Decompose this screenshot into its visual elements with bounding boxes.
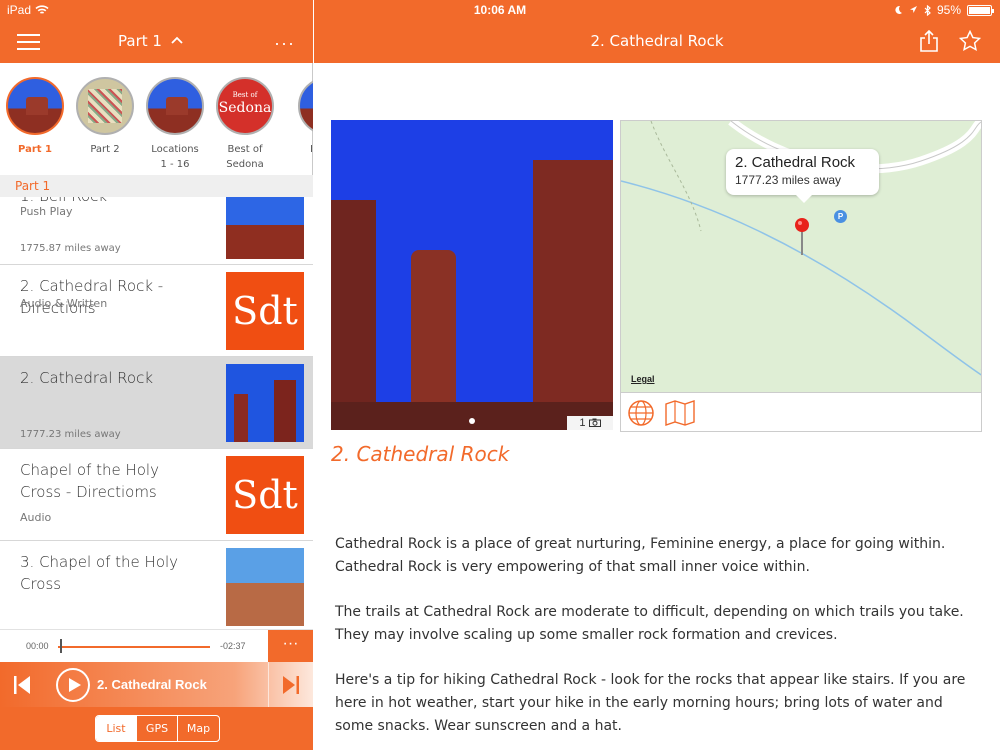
carousel-item-locations[interactable]: Locations 1 - 16	[140, 63, 210, 173]
star-icon[interactable]	[959, 30, 981, 52]
progress-track[interactable]	[58, 646, 210, 648]
location-map[interactable]: 2. Cathedral Rock 1777.23 miles away P L…	[620, 120, 982, 392]
list-item-title: Chapel of the Holy Cross - Directioms	[20, 461, 159, 501]
more-icon[interactable]: ···	[274, 33, 295, 54]
carousel-item-part-2[interactable]: Part 2	[70, 63, 140, 173]
list-item-title: 2. Cathedral Rock	[20, 369, 154, 387]
part-title[interactable]: Part 1	[118, 32, 162, 50]
part-carousel: Part 1 Part 2 Locations 1 - 16 Best of S…	[0, 63, 313, 173]
parking-icon: P	[834, 210, 847, 223]
chapel-thumbnail	[226, 548, 304, 626]
view-tab-bar: List GPS Map	[0, 707, 313, 750]
photo-rock-formation	[331, 200, 376, 430]
cathedral-rock-thumbnail	[226, 364, 304, 442]
description-paragraph: The trails at Cathedral Rock are moderat…	[335, 604, 964, 643]
sdt-logo-thumbnail: Sdt	[226, 272, 304, 350]
next-icon[interactable]	[283, 676, 299, 694]
view-segmented-control: List GPS Map	[95, 715, 220, 742]
list-item-subtitle: Push Play	[20, 205, 73, 218]
section-header: Part 1	[0, 175, 313, 197]
map-callout[interactable]: 2. Cathedral Rock 1777.23 miles away	[726, 149, 879, 203]
list-item[interactable]: Chapel of the Holy Cross - Directioms Au…	[0, 449, 313, 541]
audio-player: 00:00 -02:37 ··· 2. Cathedral Rock	[0, 629, 313, 708]
status-bar: iPad 10:06 AM 95%	[0, 0, 1000, 20]
tab-gps[interactable]: GPS	[137, 716, 178, 741]
detail-heading: 2. Cathedral Rock	[331, 442, 510, 466]
photo-rock-cliff	[533, 160, 613, 430]
carousel-item-best-of-sedona[interactable]: Best of Sedona Best of Sedona	[210, 63, 280, 173]
list-item-subtitle: Audio	[20, 511, 52, 524]
player-controls: 2. Cathedral Rock	[0, 662, 313, 708]
description-paragraph: Cathedral Rock is a place of great nurtu…	[335, 536, 946, 575]
list-item[interactable]: 1. Bell Rock Push Play 1775.87 miles awa…	[0, 197, 313, 265]
map-legal-link[interactable]: Legal	[631, 374, 655, 384]
photo-count-badge: 1	[567, 416, 613, 430]
bell-rock-thumbnail	[226, 197, 304, 259]
carousel-label: Best of Sedona	[226, 144, 264, 170]
map-callout-distance: 1777.23 miles away	[735, 173, 842, 187]
playlist-pane: Part 1 ··· Part 1 Part 2 Locations 1 - 1…	[0, 0, 313, 750]
best-of-sedona-thumbnail: Best of Sedona	[216, 77, 274, 135]
menu-icon[interactable]	[17, 34, 40, 50]
camera-icon	[588, 418, 601, 427]
now-playing-title: 2. Cathedral Rock	[97, 677, 207, 692]
globe-icon[interactable]	[627, 399, 655, 427]
sedona-thumb-big: Sedona	[218, 100, 272, 116]
carousel-item-part-1[interactable]: Part 1	[0, 63, 70, 173]
battery-percent: 95%	[936, 3, 961, 17]
carousel-label: Part 2	[90, 144, 120, 155]
chevron-up-icon[interactable]	[170, 34, 184, 46]
map-pin-icon[interactable]	[794, 217, 810, 257]
bluetooth-icon	[924, 4, 931, 16]
map-toolbar	[620, 392, 982, 432]
map-icon[interactable]	[665, 400, 695, 426]
list-item-selected[interactable]: 2. Cathedral Rock 1777.23 miles away	[0, 357, 313, 449]
detail-nav-title: 2. Cathedral Rock	[590, 32, 724, 50]
carousel-label: Locations 1 - 16	[151, 144, 199, 170]
previous-icon[interactable]	[14, 676, 30, 694]
carousel-label: I	[310, 144, 313, 155]
location-photo[interactable]: 1	[331, 120, 613, 430]
status-time: 10:06 AM	[473, 3, 527, 17]
carousel-label: Part 1	[18, 144, 52, 155]
progress-knob[interactable]	[60, 639, 62, 653]
tab-map[interactable]: Map	[178, 716, 219, 741]
battery-icon	[967, 4, 994, 16]
player-more-button[interactable]: ···	[268, 630, 313, 662]
list-item[interactable]: 3. Chapel of the Holy Cross	[0, 541, 313, 629]
list-item-subtitle: Audio & Written	[20, 297, 108, 310]
remaining-time: -02:37	[220, 641, 246, 651]
tab-list[interactable]: List	[96, 716, 137, 741]
map-callout-title: 2. Cathedral Rock	[735, 154, 856, 171]
part-1-thumbnail	[6, 77, 64, 135]
list-item-distance: 1777.23 miles away	[20, 429, 121, 440]
description: Cathedral Rock is a place of great nurtu…	[335, 533, 975, 750]
play-icon[interactable]	[56, 668, 90, 702]
list-item[interactable]: 2. Cathedral Rock - Directions Audio & W…	[0, 265, 313, 357]
sedona-thumb-small: Best of	[232, 91, 258, 99]
list-item-distance: 1775.87 miles away	[20, 243, 121, 254]
description-paragraph: Here's a tip for hiking Cathedral Rock -…	[335, 672, 966, 734]
page-indicator	[469, 418, 475, 424]
photo-count: 1	[579, 417, 586, 429]
elapsed-time: 00:00	[26, 641, 49, 651]
sdt-logo-thumbnail: Sdt	[226, 456, 304, 534]
track-list: 1. Bell Rock Push Play 1775.87 miles awa…	[0, 197, 313, 629]
part-2-thumbnail	[76, 77, 134, 135]
moon-icon	[895, 5, 902, 14]
locations-thumbnail	[146, 77, 204, 135]
share-icon[interactable]	[919, 30, 939, 52]
list-item-title: 3. Chapel of the Holy Cross	[20, 553, 179, 593]
carousel-item-next[interactable]: I	[280, 63, 313, 173]
next-thumbnail	[298, 77, 313, 135]
location-icon	[909, 6, 917, 13]
divider	[268, 662, 269, 708]
